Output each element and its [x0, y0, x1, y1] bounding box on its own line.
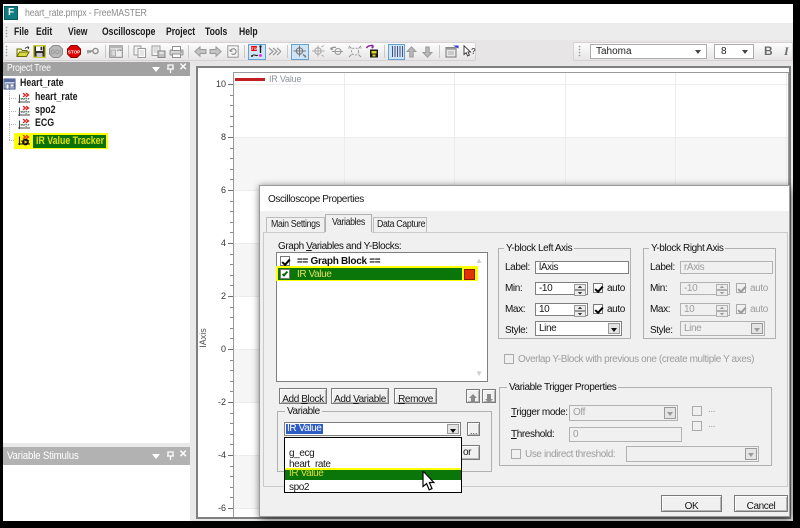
svg-text:x: x: [360, 45, 362, 50]
svg-text:STOP: STOP: [250, 47, 259, 51]
svg-text:STOP: STOP: [68, 50, 80, 55]
svg-text:x: x: [304, 54, 307, 59]
svg-text:x: x: [348, 45, 350, 50]
svg-text:?: ?: [471, 47, 476, 56]
svg-text:GO!: GO!: [50, 50, 61, 56]
